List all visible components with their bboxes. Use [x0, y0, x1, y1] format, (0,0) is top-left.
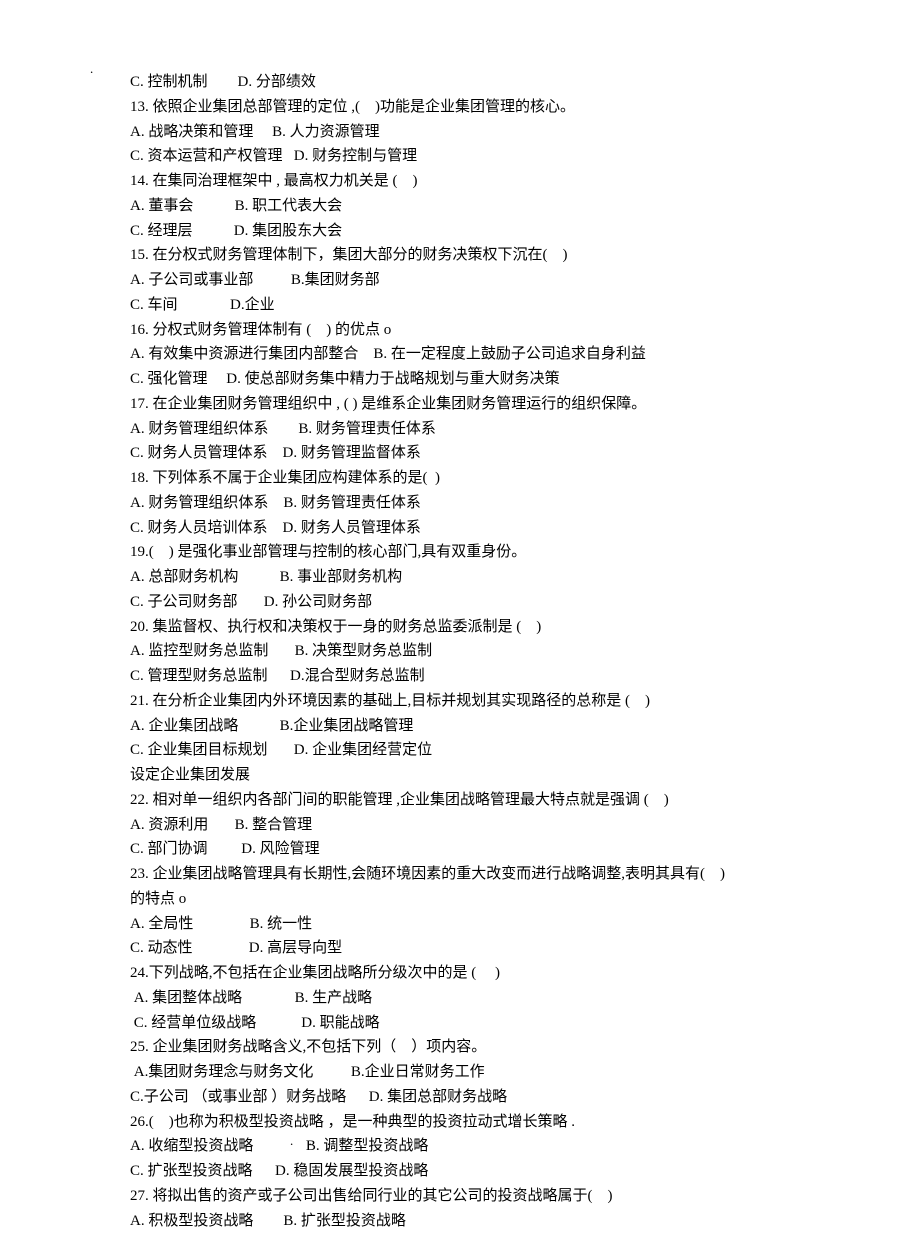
text-line: 14. 在集同治理框架中 , 最高权力机关是 ( ): [130, 169, 800, 194]
text-line: C. 管理型财务总监制 D.混合型财务总监制: [130, 664, 800, 689]
text-line: 的特点 o: [130, 887, 800, 912]
text-line: A. 资源利用 B. 整合管理: [130, 813, 800, 838]
text-line: C. 部门协调 D. 风险管理: [130, 837, 800, 862]
text-line: A. 收缩型投资战略 B. 调整型投资战略: [130, 1134, 800, 1159]
text-line: C. 强化管理 D. 使总部财务集中精力于战略规划与重大财务决策: [130, 367, 800, 392]
text-line: C. 企业集团目标规划 D. 企业集团经营定位: [130, 738, 800, 763]
text-line: A. 财务管理组织体系 B. 财务管理责任体系: [130, 417, 800, 442]
text-line: C.子公司 （或事业部 ）财务战略 D. 集团总部财务战略: [130, 1085, 800, 1110]
page-marker-top: .: [90, 58, 93, 79]
text-line: A. 总部财务机构 B. 事业部财务机构: [130, 565, 800, 590]
text-line: 23. 企业集团战略管理具有长期性,会随环境因素的重大改变而进行战略调整,表明其…: [130, 862, 800, 887]
text-line: 27. 将拟出售的资产或子公司出售给同行业的其它公司的投资战略属于( ): [130, 1184, 800, 1209]
text-line: C. 车间 D.企业: [130, 293, 800, 318]
text-line: A. 积极型投资战略 B. 扩张型投资战略: [130, 1209, 800, 1233]
text-line: 15. 在分权式财务管理体制下，集团大部分的财务决策权下沉在( ): [130, 243, 800, 268]
text-line: A. 子公司或事业部 B.集团财务部: [130, 268, 800, 293]
text-line: A. 集团整体战略 B. 生产战略: [130, 986, 800, 1011]
text-line: C. 扩张型投资战略 D. 稳固发展型投资战略: [130, 1159, 800, 1184]
text-line: C. 资本运营和产权管理 D. 财务控制与管理: [130, 144, 800, 169]
text-line: 设定企业集团发展: [130, 763, 800, 788]
page-marker-bottom: . . .: [290, 1130, 336, 1151]
text-line: 17. 在企业集团财务管理组织中 , ( ) 是维系企业集团财务管理运行的组织保…: [130, 392, 800, 417]
text-line: C. 子公司财务部 D. 孙公司财务部: [130, 590, 800, 615]
text-line: 21. 在分析企业集团内外环境因素的基础上,目标并规划其实现路径的总称是 ( ): [130, 689, 800, 714]
document-body: C. 控制机制 D. 分部绩效13. 依照企业集团总部管理的定位 ,( )功能是…: [130, 70, 800, 1233]
text-line: C. 动态性 D. 高层导向型: [130, 936, 800, 961]
text-line: A. 监控型财务总监制 B. 决策型财务总监制: [130, 639, 800, 664]
text-line: 18. 下列体系不属于企业集团应构建体系的是( ): [130, 466, 800, 491]
text-line: A.集团财务理念与财务文化 B.企业日常财务工作: [130, 1060, 800, 1085]
text-line: A. 全局性 B. 统一性: [130, 912, 800, 937]
text-line: 16. 分权式财务管理体制有 ( ) 的优点 o: [130, 318, 800, 343]
text-line: A. 企业集团战略 B.企业集团战略管理: [130, 714, 800, 739]
text-line: 20. 集监督权、执行权和决策权于一身的财务总监委派制是 ( ): [130, 615, 800, 640]
text-line: 13. 依照企业集团总部管理的定位 ,( )功能是企业集团管理的核心。: [130, 95, 800, 120]
text-line: A. 有效集中资源进行集团内部整合 B. 在一定程度上鼓励子公司追求自身利益: [130, 342, 800, 367]
text-line: C. 经理层 D. 集团股东大会: [130, 219, 800, 244]
text-line: 22. 相对单一组织内各部门间的职能管理 ,企业集团战略管理最大特点就是强调 (…: [130, 788, 800, 813]
text-line: C. 控制机制 D. 分部绩效: [130, 70, 800, 95]
text-line: 25. 企业集团财务战略含义,不包括下列（ ）项内容。: [130, 1035, 800, 1060]
text-line: A. 董事会 B. 职工代表大会: [130, 194, 800, 219]
text-line: C. 财务人员管理体系 D. 财务管理监督体系: [130, 441, 800, 466]
text-line: C. 经营单位级战略 D. 职能战略: [130, 1011, 800, 1036]
text-line: A. 财务管理组织体系 B. 财务管理责任体系: [130, 491, 800, 516]
text-line: 24.下列战略,不包括在企业集团战略所分级次中的是 ( ): [130, 961, 800, 986]
text-line: A. 战略决策和管理 B. 人力资源管理: [130, 120, 800, 145]
text-line: C. 财务人员培训体系 D. 财务人员管理体系: [130, 516, 800, 541]
text-line: 26.( )也称为积极型投资战略 ，是一种典型的投资拉动式增长策略 .: [130, 1110, 800, 1135]
text-line: 19.( ) 是强化事业部管理与控制的核心部门,具有双重身份。: [130, 540, 800, 565]
